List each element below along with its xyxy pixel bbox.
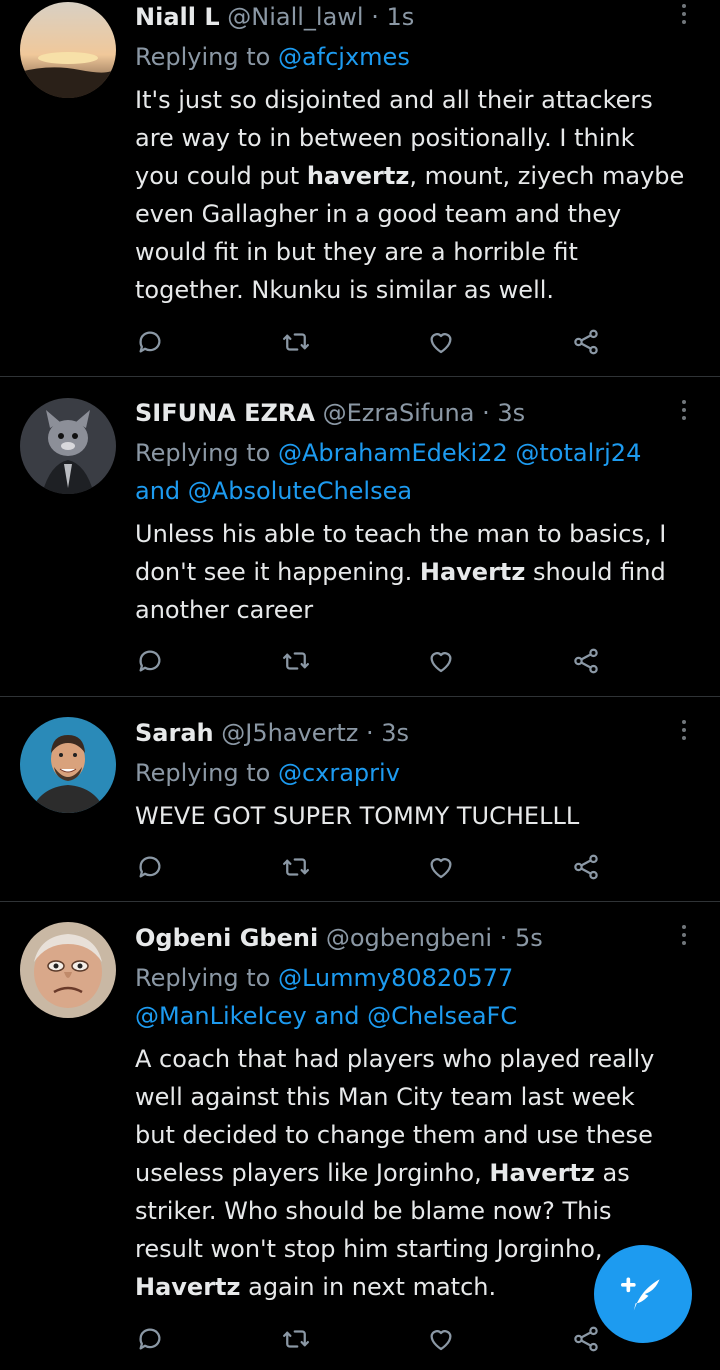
tweet-text-line: Unless his able to teach the man to basi… bbox=[135, 520, 667, 548]
retweet-icon[interactable] bbox=[278, 1321, 314, 1357]
user-handle[interactable]: @ogbengbeni bbox=[326, 924, 492, 952]
mention-and[interactable]: and bbox=[135, 477, 180, 505]
user-handle[interactable]: @EzraSifuna bbox=[323, 399, 475, 427]
avatar[interactable] bbox=[20, 922, 116, 1018]
heart-icon[interactable] bbox=[423, 849, 459, 885]
tweet[interactable]: Sarah @J5havertz · 3s Replying to @cxrap… bbox=[0, 697, 720, 902]
display-name[interactable]: Sarah bbox=[135, 719, 214, 747]
retweet-icon[interactable] bbox=[278, 324, 314, 360]
more-vertical-icon[interactable] bbox=[672, 0, 696, 34]
more-vertical-icon[interactable] bbox=[672, 921, 696, 955]
display-name[interactable]: SIFUNA EZRA bbox=[135, 399, 315, 427]
tweet-text-line: striker. Who should be blame now? This bbox=[135, 1197, 612, 1225]
share-icon[interactable] bbox=[568, 324, 604, 360]
share-icon[interactable] bbox=[568, 849, 604, 885]
mention-link[interactable]: @totalrj24 bbox=[515, 439, 641, 467]
replying-to: Replying to @afcjxmes bbox=[135, 38, 705, 76]
separator-dot: · bbox=[499, 924, 508, 952]
replying-to-label: Replying to bbox=[135, 43, 271, 71]
mention-link[interactable]: @ManLikeIcey bbox=[135, 1002, 307, 1030]
share-icon[interactable] bbox=[568, 643, 604, 679]
replying-to: Replying to @AbrahamEdeki22 @totalrj24 a… bbox=[135, 434, 705, 510]
heart-icon[interactable] bbox=[423, 324, 459, 360]
avatar[interactable] bbox=[20, 717, 116, 813]
avatar[interactable] bbox=[20, 2, 116, 98]
tweet-text-line: you could put havertz, mount, ziyech may… bbox=[135, 162, 685, 190]
replying-to: Replying to @Lummy80820577 @ManLikeIcey … bbox=[135, 959, 705, 1035]
mention-link[interactable]: @cxrapriv bbox=[278, 759, 400, 787]
tweet-text: It's just so disjointed and all their at… bbox=[135, 81, 705, 309]
replying-to-label: Replying to bbox=[135, 439, 271, 467]
separator-dot: · bbox=[371, 3, 379, 31]
tweet-text-line: would fit in but they are a horrible fit bbox=[135, 238, 578, 266]
reply-icon[interactable] bbox=[132, 849, 168, 885]
mention-link[interactable]: @afcjxmes bbox=[278, 43, 410, 71]
heart-icon[interactable] bbox=[423, 643, 459, 679]
mention-link[interactable]: @AbrahamEdeki22 bbox=[278, 439, 508, 467]
reply-icon[interactable] bbox=[132, 643, 168, 679]
tweet-text-line: together. Nkunku is similar as well. bbox=[135, 276, 555, 304]
separator-dot: · bbox=[482, 399, 490, 427]
avatar[interactable] bbox=[20, 398, 116, 494]
compose-tweet-button[interactable] bbox=[594, 1245, 692, 1343]
tweet-text-line: useless players like Jorginho, Havertz a… bbox=[135, 1159, 630, 1187]
tweet-text-line: but decided to change them and use these bbox=[135, 1121, 653, 1149]
tweet-text-line: well against this Man City team last wee… bbox=[135, 1083, 635, 1111]
tweet-text-line: don't see it happening. Havertz should f… bbox=[135, 558, 666, 586]
mention-link[interactable]: @Lummy80820577 bbox=[278, 964, 513, 992]
tweet-text: Unless his able to teach the man to basi… bbox=[135, 515, 705, 629]
tweet[interactable]: Niall L @Niall_lawl · 1s Replying to @af… bbox=[0, 0, 720, 377]
tweet-text-line: It's just so disjointed and all their at… bbox=[135, 86, 653, 114]
more-vertical-icon[interactable] bbox=[672, 716, 696, 750]
separator-dot: · bbox=[366, 719, 374, 747]
timestamp[interactable]: 5s bbox=[515, 924, 543, 952]
replying-to: Replying to @cxrapriv bbox=[135, 754, 705, 792]
replying-to-label: Replying to bbox=[135, 964, 271, 992]
share-icon[interactable] bbox=[568, 1321, 604, 1357]
tweet-text: WEVE GOT SUPER TOMMY TUCHELLL bbox=[135, 797, 705, 835]
mention-link[interactable]: @AbsoluteChelsea bbox=[188, 477, 412, 505]
replying-to-label: Replying to bbox=[135, 759, 271, 787]
more-vertical-icon[interactable] bbox=[672, 396, 696, 430]
display-name[interactable]: Ogbeni Gbeni bbox=[135, 924, 318, 952]
tweet[interactable]: SIFUNA EZRA @EzraSifuna · 3s Replying to… bbox=[0, 377, 720, 697]
tweet-actions bbox=[0, 324, 720, 360]
tweet-actions bbox=[0, 849, 720, 885]
tweet-actions bbox=[0, 643, 720, 679]
display-name[interactable]: Niall L bbox=[135, 3, 220, 31]
user-handle[interactable]: @Niall_lawl bbox=[227, 3, 363, 31]
retweet-icon[interactable] bbox=[278, 849, 314, 885]
tweet-text-line: another career bbox=[135, 596, 314, 624]
compose-tweet-icon bbox=[621, 1277, 660, 1311]
tweet-text-line: even Gallagher in a good team and they bbox=[135, 200, 622, 228]
tweet-text-line: A coach that had players who played real… bbox=[135, 1045, 655, 1073]
reply-icon[interactable] bbox=[132, 324, 168, 360]
mention-link[interactable]: @ChelseaFC bbox=[367, 1002, 517, 1030]
timestamp[interactable]: 3s bbox=[381, 719, 409, 747]
reply-icon[interactable] bbox=[132, 1321, 168, 1357]
tweet-text-line: WEVE GOT SUPER TOMMY TUCHELLL bbox=[135, 802, 580, 830]
user-handle[interactable]: @J5havertz bbox=[221, 719, 358, 747]
heart-icon[interactable] bbox=[423, 1321, 459, 1357]
timestamp[interactable]: 3s bbox=[497, 399, 525, 427]
tweet-text-line: are way to in between positionally. I th… bbox=[135, 124, 635, 152]
timestamp[interactable]: 1s bbox=[387, 3, 415, 31]
mention-and[interactable]: and bbox=[314, 1002, 359, 1030]
retweet-icon[interactable] bbox=[278, 643, 314, 679]
